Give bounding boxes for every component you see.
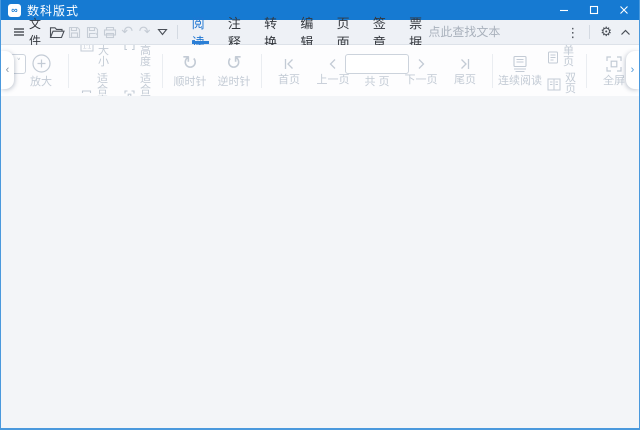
file-menu-button[interactable]: 文件 <box>9 15 49 49</box>
next-page-button[interactable]: 下一页 <box>399 56 443 86</box>
save-button[interactable] <box>66 23 83 41</box>
search-input[interactable] <box>426 24 540 40</box>
rotate-counterclockwise-button[interactable]: ↺ 逆时针 <box>212 54 256 88</box>
last-page-button[interactable]: 尾页 <box>443 56 487 86</box>
prev-page-icon <box>325 56 341 72</box>
menubar-right-icons: ⋮ ⚙ <box>566 25 631 39</box>
first-page-button[interactable]: 首页 <box>267 56 311 86</box>
svg-text:1:1: 1:1 <box>83 45 92 50</box>
fullscreen-icon <box>605 55 623 73</box>
double-page-icon <box>547 78 561 91</box>
tab-page[interactable]: 页面 <box>337 20 354 44</box>
save-as-button[interactable] <box>84 23 101 41</box>
tab-annotate[interactable]: 注释 <box>228 20 245 44</box>
tab-edit[interactable]: 编辑 <box>300 20 317 44</box>
last-page-icon <box>457 56 473 72</box>
more-options-icon[interactable]: ⋮ <box>566 26 579 39</box>
minimize-button[interactable] <box>549 0 579 20</box>
fit-group: 1:1 实际大小 适合高度 适合宽度 <box>74 45 157 97</box>
zoom-in-icon <box>31 53 52 74</box>
right-separator <box>589 25 590 39</box>
page-number-group: 共 页 <box>355 54 399 88</box>
menubar-separator <box>177 25 178 39</box>
close-button[interactable] <box>609 0 639 20</box>
ribbon-scroll-left-button[interactable]: ‹ <box>1 51 14 89</box>
menubar: 文件 ↶ ↷ <box>1 20 639 45</box>
fit-height-button[interactable]: 适合高度 <box>123 45 151 68</box>
continuous-read-icon <box>510 55 530 73</box>
double-page-button[interactable]: 双页 <box>547 73 576 95</box>
fit-height-icon <box>123 45 136 52</box>
toolbar-more-dropdown-icon[interactable] <box>153 23 170 41</box>
undo-icon[interactable]: ↶ <box>118 23 135 41</box>
actual-size-icon: 1:1 <box>80 45 94 52</box>
fit-width-button[interactable]: 适合宽度 <box>80 74 109 98</box>
settings-gear-icon[interactable]: ⚙ <box>600 26 612 39</box>
ribbon-toolbar: ‹ ˅ 比例 放大 1:1 <box>1 45 639 97</box>
rotate-clockwise-button[interactable]: ↻ 顺时针 <box>168 54 212 88</box>
window-controls <box>549 0 639 20</box>
hamburger-icon <box>13 27 25 37</box>
tab-signature[interactable]: 签章 <box>373 20 390 44</box>
maximize-button[interactable] <box>579 0 609 20</box>
file-menu-label: 文件 <box>29 15 45 49</box>
tab-convert[interactable]: 转换 <box>264 20 281 44</box>
actual-size-button[interactable]: 1:1 实际大小 <box>80 45 109 68</box>
pages-total-label: 共 页 <box>364 77 389 88</box>
open-file-button[interactable] <box>49 23 66 41</box>
continuous-read-button[interactable]: 连续阅读 <box>498 55 542 87</box>
first-page-icon <box>281 56 297 72</box>
print-button[interactable] <box>101 23 118 41</box>
collapse-ribbon-icon[interactable] <box>620 29 631 36</box>
zoom-in-button[interactable]: 放大 <box>19 53 63 88</box>
rotate-counterclockwise-icon: ↺ <box>226 54 242 74</box>
rotate-clockwise-icon: ↻ <box>182 54 198 74</box>
document-canvas[interactable] <box>1 96 639 428</box>
tab-invoice[interactable]: 票据 <box>409 20 426 44</box>
app-window: ∞ 数科版式 文件 <box>0 0 640 430</box>
fit-page-button[interactable]: 适合页面 <box>123 74 151 98</box>
search-box <box>426 24 540 40</box>
redo-icon[interactable]: ↷ <box>136 23 153 41</box>
ribbon-scroll-right-button[interactable]: › <box>626 51 639 89</box>
ribbon-tabs: 阅读 注释 转换 编辑 页面 签章 票据 <box>192 20 427 44</box>
titlebar: ∞ 数科版式 <box>1 0 639 20</box>
single-page-icon <box>547 51 559 64</box>
single-page-button[interactable]: 单页 <box>547 46 576 68</box>
page-layout-group: 单页 双页 <box>542 46 581 95</box>
tab-read[interactable]: 阅读 <box>192 20 209 44</box>
next-page-icon <box>413 56 429 72</box>
